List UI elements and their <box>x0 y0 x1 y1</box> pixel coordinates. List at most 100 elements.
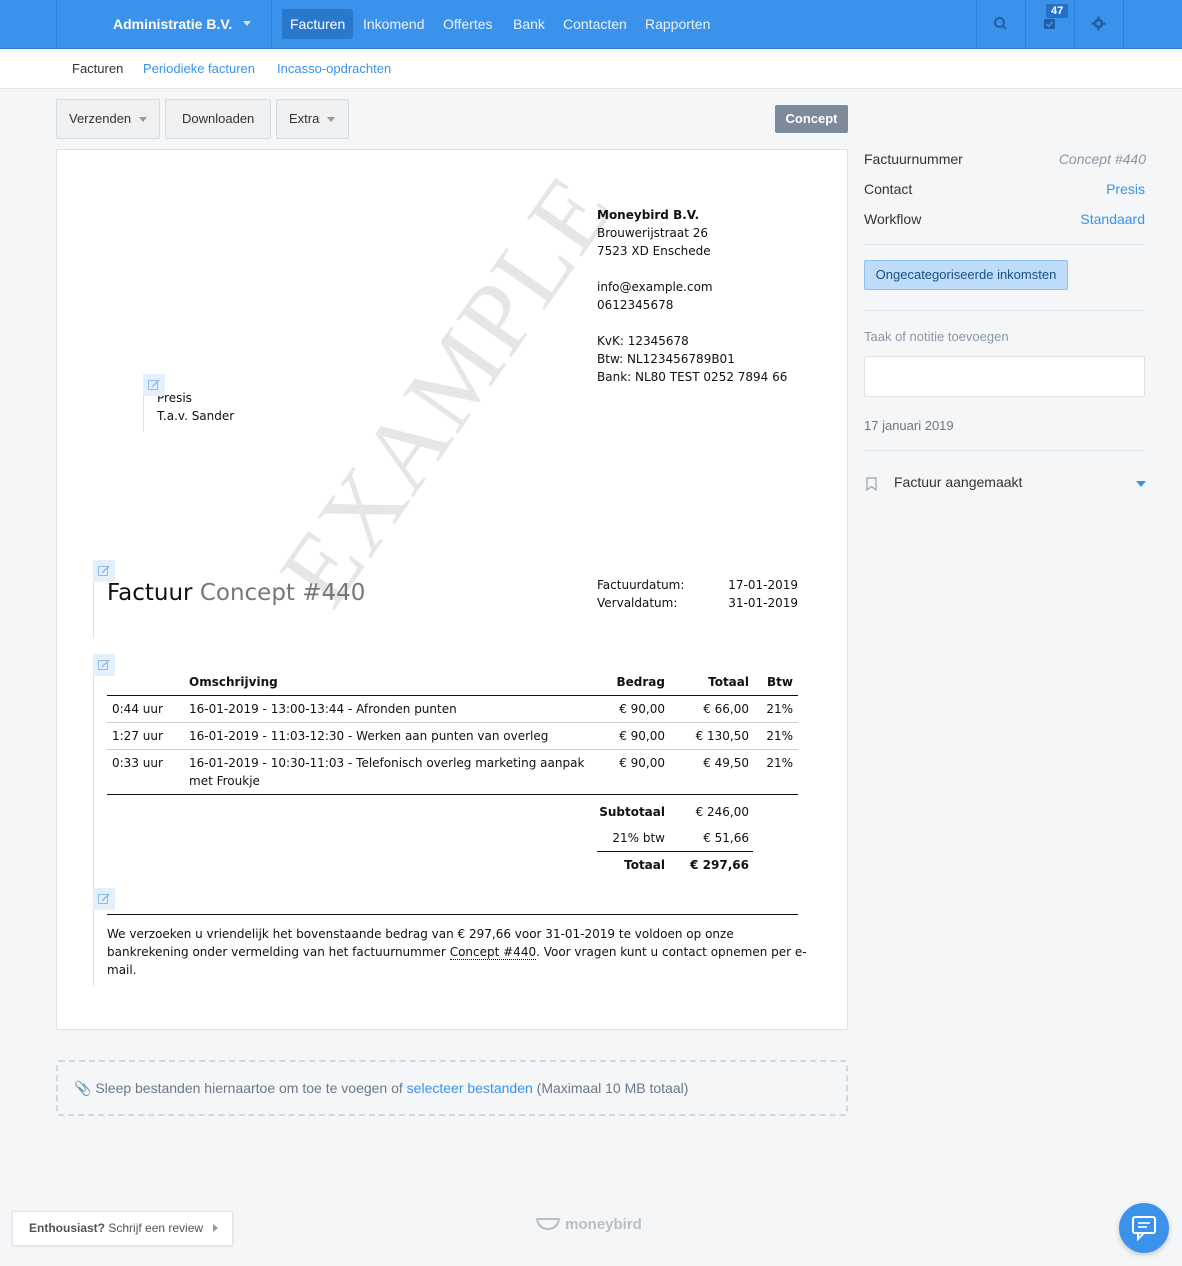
download-button[interactable]: Downloaden <box>165 99 271 139</box>
edit-bar <box>93 582 94 638</box>
sender-email: info@example.com <box>597 280 713 294</box>
sender-address: Moneybird B.V. Brouwerijstraat 26 7523 X… <box>597 206 787 386</box>
sidebar-divider <box>864 244 1145 245</box>
chevron-down-icon[interactable] <box>243 21 251 26</box>
due-date-label: Vervaldatum: <box>597 596 678 610</box>
row-vat: 21% <box>766 702 793 716</box>
category-button[interactable]: Ongecategoriseerde inkomsten <box>864 260 1068 290</box>
search-icon[interactable] <box>976 0 1025 48</box>
subtotal-label: Subtotaal <box>599 805 665 819</box>
sender-city: 7523 XD Enschede <box>597 244 711 258</box>
edit-footer-icon[interactable] <box>93 888 115 910</box>
invoice-title-word: Factuur <box>107 580 193 606</box>
nav-bank[interactable]: Bank <box>505 9 553 39</box>
bookmark-icon <box>866 477 877 496</box>
row-amount: € 90,00 <box>619 702 665 716</box>
grand-total-value: € 297,66 <box>690 858 749 872</box>
note-label: Taak of notitie toevoegen <box>864 329 1009 344</box>
row-description: 16-01-2019 - 10:30-11:03 - Telefonisch o… <box>189 756 585 770</box>
edit-title-icon[interactable] <box>93 560 115 582</box>
invoice-number-value[interactable]: Concept #440 <box>995 151 1146 167</box>
note-input[interactable] <box>864 356 1145 397</box>
contact-label: Contact <box>864 181 913 197</box>
nav-contacten[interactable]: Contacten <box>555 9 635 39</box>
topbar-separator <box>1123 0 1124 48</box>
invoice-number-reference: Concept #440 <box>449 945 537 960</box>
grand-total-label: Totaal <box>624 858 665 872</box>
settings-gear-icon[interactable] <box>1074 0 1123 48</box>
row-description: 16-01-2019 - 11:03-12:30 - Werken aan pu… <box>189 729 549 743</box>
review-prompt-text: Schrijf een review <box>105 1221 204 1235</box>
sender-name: Moneybird B.V. <box>597 208 700 222</box>
sub-navigation: Facturen Periodieke facturen Incasso-opd… <box>0 49 1182 89</box>
top-navigation-bar: Administratie B.V. Facturen Inkomend Off… <box>0 0 1182 49</box>
chevron-down-icon <box>327 117 335 122</box>
invoice-title: Factuur Concept #440 <box>107 580 365 606</box>
recipient-address: Presis T.a.v. Sander <box>157 389 234 425</box>
column-amount: Bedrag <box>616 675 665 689</box>
sidebar-divider <box>864 310 1145 311</box>
row-description-continued: met Froukje <box>189 774 260 788</box>
nav-rapporten[interactable]: Rapporten <box>637 9 718 39</box>
invoice-document: EXAMPLE Moneybird B.V. Brouwerijstraat 2… <box>56 149 848 1030</box>
status-badge: Concept <box>775 105 848 133</box>
contact-link[interactable]: Presis <box>995 181 1145 197</box>
nav-inkomend[interactable]: Inkomend <box>355 9 432 39</box>
payment-instructions: We verzoeken u vriendelijk het bovenstaa… <box>107 925 807 979</box>
column-vat: Btw <box>767 675 793 689</box>
nav-facturen[interactable]: Facturen <box>282 9 354 39</box>
sender-kvk: KvK: 12345678 <box>597 334 689 348</box>
payment-line-2-start: bankrekening onder vermelding van het fa… <box>107 945 450 959</box>
invoice-dates: Factuurdatum: 17-01-2019 Vervaldatum: 31… <box>597 576 798 612</box>
topbar-separator <box>271 0 272 48</box>
row-rule <box>107 749 798 750</box>
send-button-label: Verzenden <box>69 111 132 126</box>
nav-offertes[interactable]: Offertes <box>435 9 501 39</box>
edit-recipient-icon[interactable] <box>143 374 165 396</box>
row-rule <box>107 722 798 723</box>
moneybird-logo: moneybird <box>535 1216 642 1233</box>
timeline-date: 17 januari 2019 <box>864 418 954 433</box>
subnav-incasso-opdrachten[interactable]: Incasso-opdrachten <box>277 61 391 76</box>
payment-line-1: We verzoeken u vriendelijk het bovenstaa… <box>107 927 734 941</box>
workflow-link[interactable]: Standaard <box>995 211 1145 227</box>
sender-phone: 0612345678 <box>597 298 674 312</box>
row-amount: € 90,00 <box>619 729 665 743</box>
recipient-name: Presis <box>157 391 192 405</box>
vat-total-value: € 51,66 <box>703 831 749 845</box>
invoice-number-label: Factuurnummer <box>864 151 963 167</box>
review-prompt[interactable]: Enthousiast? Schrijf een review <box>12 1211 233 1246</box>
dropzone-limit: (Maximaal 10 MB totaal) <box>532 1080 689 1096</box>
moneybird-logo-text: moneybird <box>565 1216 642 1233</box>
payment-line-3: mail. <box>107 963 137 977</box>
tasks-count-badge: 47 <box>1046 4 1069 18</box>
chevron-down-icon[interactable] <box>1136 481 1146 487</box>
timeline-event: Factuur aangemaakt <box>894 474 1023 490</box>
subnav-facturen[interactable]: Facturen <box>72 61 123 76</box>
subtotal-value: € 246,00 <box>695 805 749 819</box>
workflow-label: Workflow <box>864 211 922 227</box>
sidebar-divider <box>864 450 1145 451</box>
sender-street: Brouwerijstraat 26 <box>597 226 709 240</box>
example-watermark: EXAMPLE <box>258 155 636 626</box>
organization-switcher[interactable]: Administratie B.V. <box>113 16 232 32</box>
vat-total-label: 21% btw <box>612 831 665 845</box>
row-amount: € 90,00 <box>619 756 665 770</box>
invoice-date-label: Factuurdatum: <box>597 578 685 592</box>
table-header-rule <box>107 695 798 696</box>
row-total: € 49,50 <box>703 756 749 770</box>
sender-btw: Btw: NL123456789B01 <box>597 352 735 366</box>
file-dropzone[interactable]: 📎 Sleep bestanden hiernaartoe om toe te … <box>56 1060 848 1116</box>
subnav-periodieke-facturen[interactable]: Periodieke facturen <box>143 61 255 76</box>
row-vat: 21% <box>766 729 793 743</box>
select-files-link[interactable]: selecteer bestanden <box>407 1080 533 1096</box>
row-quantity: 0:33 uur <box>112 756 163 770</box>
edit-lines-icon[interactable] <box>93 654 115 676</box>
edit-bar <box>93 676 94 888</box>
invoice-title-number: Concept #440 <box>199 580 366 606</box>
send-button[interactable]: Verzenden <box>56 99 160 139</box>
recipient-attention: T.a.v. Sander <box>157 409 235 423</box>
column-description: Omschrijving <box>189 675 278 689</box>
extra-button[interactable]: Extra <box>276 99 349 139</box>
chat-button[interactable] <box>1119 1203 1169 1253</box>
